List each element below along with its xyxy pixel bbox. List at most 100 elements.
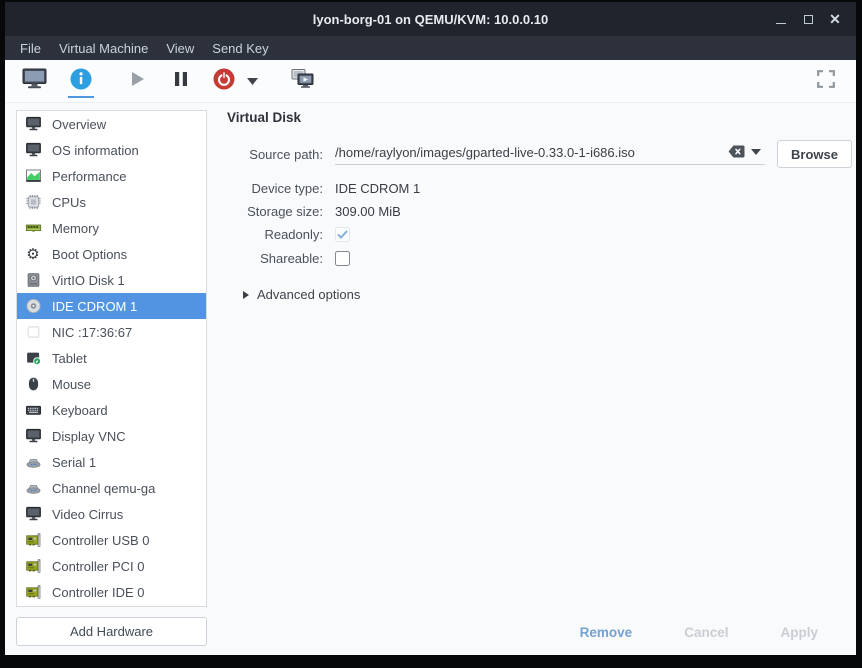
cancel-button: Cancel bbox=[684, 625, 728, 640]
sidebar-item-controller-pci-0[interactable]: Controller PCI 0 bbox=[17, 553, 206, 579]
sidebar-item-memory[interactable]: Memory bbox=[17, 215, 206, 241]
window-controls: ✕ bbox=[772, 10, 856, 28]
toolbar bbox=[5, 60, 856, 103]
tablet-icon bbox=[23, 349, 43, 367]
sidebar-item-label: Mouse bbox=[52, 377, 91, 392]
sidebar-item-label: Display VNC bbox=[52, 429, 126, 444]
sidebar-item-performance[interactable]: Performance bbox=[17, 163, 206, 189]
run-vm-button[interactable] bbox=[123, 63, 151, 99]
menu-file[interactable]: File bbox=[11, 36, 50, 60]
sidebar-item-partial[interactable] bbox=[17, 605, 206, 607]
nic-icon bbox=[23, 323, 43, 341]
pause-vm-button[interactable] bbox=[168, 63, 194, 99]
shareable-label: Shareable: bbox=[227, 251, 323, 266]
sidebar-item-virtio-disk-1[interactable]: VirtIO Disk 1 bbox=[17, 267, 206, 293]
graphical-console-icon bbox=[22, 68, 47, 95]
sidebar-item-label: Memory bbox=[52, 221, 99, 236]
maximize-button[interactable] bbox=[799, 10, 817, 28]
clear-entry-icon[interactable] bbox=[728, 145, 745, 158]
advanced-options-expander[interactable]: Advanced options bbox=[243, 287, 840, 302]
run-icon bbox=[126, 68, 148, 95]
virt-manager-window: lyon-borg-01 on QEMU/KVM: 10.0.0.10 ✕ Fi… bbox=[5, 2, 856, 655]
apply-button: Apply bbox=[780, 625, 818, 640]
sidebar-item-label: Overview bbox=[52, 117, 106, 132]
window-title: lyon-borg-01 on QEMU/KVM: 10.0.0.10 bbox=[5, 12, 856, 27]
sidebar-item-label: Controller IDE 0 bbox=[52, 585, 144, 600]
performance-icon bbox=[23, 167, 43, 185]
sidebar-item-label: CPUs bbox=[52, 195, 86, 210]
hardware-list: Overview OS information Performance CPUs Mem… bbox=[16, 110, 207, 607]
maximize-icon bbox=[804, 15, 813, 24]
readonly-label: Readonly: bbox=[227, 227, 323, 242]
sidebar-item-label: IDE CDROM 1 bbox=[52, 299, 137, 314]
pcicard-icon bbox=[23, 531, 43, 549]
menu-send-key[interactable]: Send Key bbox=[203, 36, 277, 60]
cpu-icon bbox=[23, 193, 43, 211]
sidebar-item-label: Controller PCI 0 bbox=[52, 559, 144, 574]
cdrom-icon bbox=[23, 297, 43, 315]
monitor-icon bbox=[23, 115, 43, 133]
sidebar-item-label: Channel qemu-ga bbox=[52, 481, 155, 496]
device-type-value: IDE CDROM 1 bbox=[335, 181, 840, 196]
close-button[interactable]: ✕ bbox=[826, 10, 844, 28]
source-path-entry-wrap bbox=[335, 143, 765, 165]
serial-icon bbox=[23, 479, 43, 497]
sidebar-item-video-cirrus[interactable]: Video Cirrus bbox=[17, 501, 206, 527]
sidebar-item-boot-options[interactable]: ⚙ Boot Options bbox=[17, 241, 206, 267]
sidebar-item-keyboard[interactable]: Keyboard bbox=[17, 397, 206, 423]
source-path-input[interactable] bbox=[335, 143, 724, 160]
menu-virtual-machine[interactable]: Virtual Machine bbox=[50, 36, 157, 60]
titlebar[interactable]: lyon-borg-01 on QEMU/KVM: 10.0.0.10 ✕ bbox=[5, 2, 856, 36]
check-icon bbox=[337, 230, 348, 239]
storage-size-label: Storage size: bbox=[227, 204, 323, 219]
show-graphical-console-button[interactable] bbox=[19, 63, 50, 99]
remove-button[interactable]: Remove bbox=[580, 625, 633, 640]
show-vm-details-button[interactable] bbox=[66, 63, 96, 99]
sidebar-item-label: Video Cirrus bbox=[52, 507, 123, 522]
shutdown-icon bbox=[212, 67, 236, 96]
close-icon: ✕ bbox=[829, 12, 841, 26]
sidebar-item-mouse[interactable]: Mouse bbox=[17, 371, 206, 397]
pause-icon bbox=[171, 69, 191, 94]
sidebar-item-cpus[interactable]: CPUs bbox=[17, 189, 206, 215]
sidebar-item-channel-qemu-ga[interactable]: Channel qemu-ga bbox=[17, 475, 206, 501]
sidebar-item-controller-ide-0[interactable]: Controller IDE 0 bbox=[17, 579, 206, 605]
menu-view[interactable]: View bbox=[157, 36, 203, 60]
sidebar-item-nic-17-36-67[interactable]: NIC :17:36:67 bbox=[17, 319, 206, 345]
shutdown-vm-button[interactable] bbox=[209, 63, 239, 99]
sidebar-item-tablet[interactable]: Tablet bbox=[17, 345, 206, 371]
sidebar-item-label: Controller USB 0 bbox=[52, 533, 150, 548]
disk-icon bbox=[23, 271, 43, 289]
sidebar-item-label: VirtIO Disk 1 bbox=[52, 273, 125, 288]
sidebar-item-overview[interactable]: Overview bbox=[17, 111, 206, 137]
virtual-displays-button[interactable] bbox=[287, 63, 319, 99]
sidebar-item-display-vnc[interactable]: Display VNC bbox=[17, 423, 206, 449]
window-frame: lyon-borg-01 on QEMU/KVM: 10.0.0.10 ✕ Fi… bbox=[0, 0, 862, 668]
gear-icon: ⚙ bbox=[23, 245, 43, 263]
sidebar-item-label: OS information bbox=[52, 143, 139, 158]
sidebar-item-label: Serial 1 bbox=[52, 455, 96, 470]
sidebar-item-os-information[interactable]: OS information bbox=[17, 137, 206, 163]
shareable-checkbox[interactable] bbox=[335, 251, 350, 266]
sidebar-item-label: NIC :17:36:67 bbox=[52, 325, 132, 340]
mouse-icon bbox=[23, 375, 43, 393]
monitor-icon bbox=[23, 505, 43, 523]
source-path-dropdown-icon[interactable] bbox=[751, 149, 761, 155]
fullscreen-button[interactable] bbox=[814, 63, 838, 99]
sidebar-item-ide-cdrom-1[interactable]: IDE CDROM 1 bbox=[17, 293, 206, 319]
shutdown-menu-button[interactable] bbox=[244, 63, 261, 99]
device-type-label: Device type: bbox=[227, 181, 323, 196]
minimize-icon bbox=[776, 23, 786, 24]
storage-size-value: 309.00 MiB bbox=[335, 204, 840, 219]
browse-button[interactable]: Browse bbox=[777, 140, 852, 168]
sidebar-item-serial-1[interactable]: Serial 1 bbox=[17, 449, 206, 475]
keyboard-icon bbox=[23, 401, 43, 419]
memory-icon bbox=[23, 219, 43, 237]
expander-arrow-icon bbox=[243, 291, 249, 299]
sidebar-item-label: Tablet bbox=[52, 351, 87, 366]
sidebar-item-controller-usb-0[interactable]: Controller USB 0 bbox=[17, 527, 206, 553]
shutdown-menu-caret-icon bbox=[247, 72, 258, 90]
sidebar-item-label: Boot Options bbox=[52, 247, 127, 262]
minimize-button[interactable] bbox=[772, 10, 790, 28]
add-hardware-button[interactable]: Add Hardware bbox=[16, 617, 207, 646]
